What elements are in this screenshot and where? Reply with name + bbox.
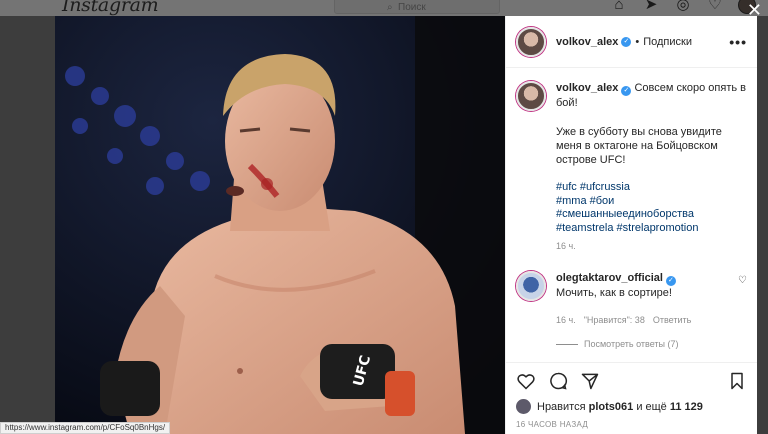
hashtag[interactable]: #teamstrela — [556, 222, 613, 234]
author-avatar[interactable] — [516, 26, 546, 57]
liker-avatar — [516, 399, 531, 414]
comment-item: olegtaktarov_official ✓ Мочить, как в сор… — [516, 271, 747, 301]
hashtag[interactable]: #mma — [556, 195, 587, 207]
view-replies[interactable]: Посмотреть ответы (7) — [556, 339, 747, 349]
separator-dot: • — [635, 35, 640, 48]
author-username[interactable]: volkov_alex — [556, 36, 618, 48]
hashtag[interactable]: #бои — [590, 195, 615, 207]
status-bar-url: https://www.instagram.com/p/CFoSq0BnHgs/ — [0, 422, 171, 434]
following-button[interactable]: Подписки — [643, 36, 692, 48]
replies-line — [556, 343, 578, 345]
hashtag[interactable]: #ufcrussia — [580, 181, 630, 193]
likes-summary[interactable]: Нравится plots061 и ещё 11 129 — [516, 399, 747, 414]
post-modal: UFC volkov_alex ✓ • Подписки ••• volkov_… — [55, 16, 757, 434]
caption-row: volkov_alex ✓ Совсем скоро опять в бой! — [516, 81, 747, 111]
comment-meta: 16 ч. "Нравится": 38 Ответить — [556, 315, 747, 325]
liker-username[interactable]: plots061 — [589, 401, 634, 413]
hashtag[interactable]: #смешанныеединоборства — [556, 208, 694, 220]
comment-text-block: olegtaktarov_official ✓ Мочить, как в сор… — [556, 271, 711, 300]
caption-author-avatar[interactable] — [516, 81, 546, 111]
post-timestamp: 16 ЧАСОВ НАЗАД — [516, 420, 589, 429]
post-sidebar: volkov_alex ✓ • Подписки ••• volkov_alex… — [505, 16, 757, 434]
bookmark-icon[interactable] — [727, 371, 747, 391]
action-icons — [516, 371, 747, 391]
caption-time: 16 ч. — [556, 241, 576, 251]
reply-button[interactable]: Ответить — [653, 315, 691, 325]
comment-text: Мочить, как в сортире! — [556, 287, 672, 299]
caption-body: Уже в субботу вы снова увидите меня в ок… — [556, 126, 722, 166]
commenter-avatar[interactable] — [516, 271, 546, 301]
like-icon[interactable] — [516, 371, 536, 391]
post-header: volkov_alex ✓ • Подписки ••• — [506, 16, 757, 68]
caption-verified-icon: ✓ — [621, 86, 632, 96]
comment-likes[interactable]: "Нравится": 38 — [584, 315, 645, 325]
comment-time: 16 ч. — [556, 315, 576, 325]
post-photo[interactable]: UFC — [55, 16, 505, 434]
share-icon[interactable] — [580, 371, 600, 391]
likes-suffix: и ещё — [636, 400, 667, 413]
caption-lead: volkov_alex ✓ Совсем скоро опять в бой! — [556, 81, 747, 110]
comment-like-icon[interactable]: ♡ — [738, 275, 747, 286]
fighter-photo: UFC — [55, 16, 505, 434]
caption-username[interactable]: volkov_alex — [556, 82, 618, 94]
post-actions: Нравится plots061 и ещё 11 129 16 ЧАСОВ … — [506, 362, 757, 434]
view-replies-label[interactable]: Посмотреть ответы (7) — [584, 339, 679, 349]
hashtags: #ufc #ufcrussia #mma #бои #смешанныеедин… — [556, 181, 747, 235]
hashtag[interactable]: #strelapromotion — [617, 222, 699, 234]
verified-icon: ✓ — [621, 36, 632, 47]
commenter-username[interactable]: olegtaktarov_official — [556, 272, 663, 284]
likes-count[interactable]: 11 129 — [670, 401, 703, 413]
commenter-verified-icon: ✓ — [665, 276, 676, 286]
comments-area[interactable]: volkov_alex ✓ Совсем скоро опять в бой! У… — [506, 69, 757, 361]
comment-icon[interactable] — [548, 371, 568, 391]
more-options-icon[interactable]: ••• — [729, 34, 747, 50]
likes-prefix: Нравится — [537, 400, 586, 413]
close-icon[interactable]: ✕ — [747, 0, 762, 21]
hashtag[interactable]: #ufc — [556, 181, 577, 193]
